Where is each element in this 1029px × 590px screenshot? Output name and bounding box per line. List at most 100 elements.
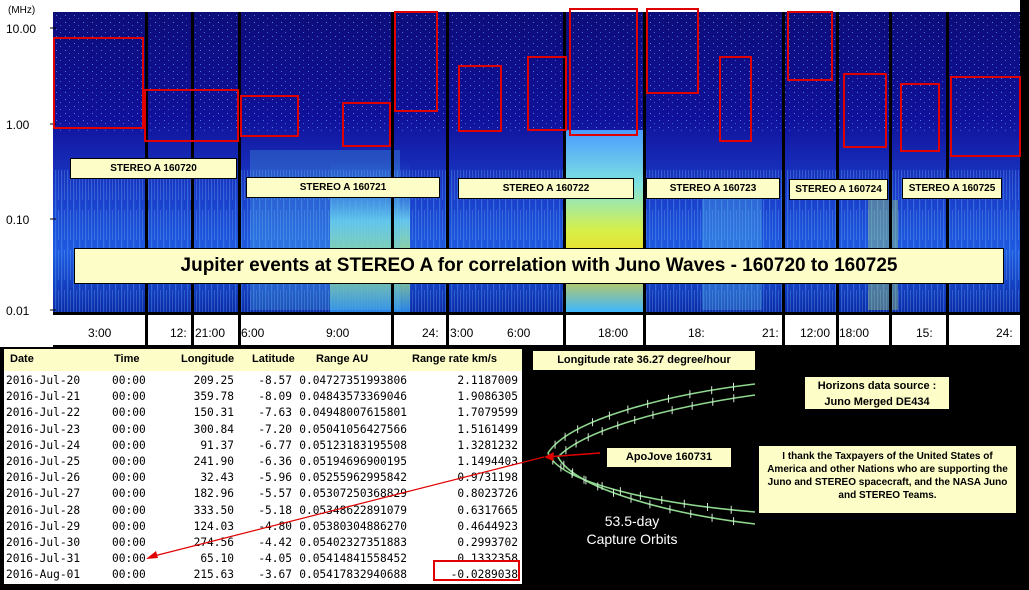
table-cell: 0.05402327351883 [299, 536, 407, 549]
table-cell: 359.78 [193, 390, 234, 404]
x-tick-label: 12:00 [800, 326, 830, 340]
table-row: 2016-Jul-22 00:00 150.31 -7.63 0.04948007615… [6, 405, 521, 421]
table-cell: 2016-Jul-30 [6, 536, 81, 549]
table-row: 2016-Jul-25 00:00 241.90 -6.36 0.05194696900… [6, 454, 521, 470]
table-row: 2016-Jul-29 00:00 124.03 -4.80 0.05380304886… [6, 519, 521, 535]
table-row: 2016-Jul-28 00:00 333.50 -5.18 0.05348622891… [6, 503, 521, 519]
table-row: 2016-Jul-23 00:00 300.84 -7.20 0.05041056427… [6, 422, 521, 438]
table-cell: 0.4644923 [457, 519, 518, 533]
table-cell: -8.09 [258, 390, 292, 404]
table-cell: 2.1187009 [457, 374, 518, 387]
table-cell: 00:00 [112, 519, 146, 533]
horizons-line2: Juno Merged DE434 [824, 396, 930, 408]
x-tick-label: 21: [762, 326, 779, 340]
table-cell: 0.8023726 [457, 487, 518, 501]
table-cell: 1.9086305 [457, 390, 518, 404]
table-cell: 1.3281232 [457, 438, 518, 452]
table-cell: 00:00 [112, 536, 146, 549]
table-cell: 300.84 [193, 422, 234, 436]
orbit-panel: 53.5-day Capture Orbits Longitude rate 3… [530, 349, 758, 563]
table-cell: 1.5161499 [457, 422, 518, 436]
table-cell: 00:00 [112, 503, 146, 517]
table-cell: 150.31 [193, 406, 234, 420]
orbit-caption-2: Capture Orbits [586, 531, 677, 547]
table-cell: -4.80 [258, 519, 292, 533]
table-cell: 0.04727351993806 [299, 374, 407, 387]
day-label-160722: STEREO A 160722 [458, 178, 634, 199]
table-cell: 2016-Aug-01 [6, 568, 81, 582]
y-tick-label: 0.10 [6, 213, 30, 227]
table-cell: 00:00 [112, 438, 146, 452]
ephemeris-table: Date Time Longitude Latitude Range AU Ra… [4, 349, 522, 584]
table-cell: 00:00 [112, 552, 146, 566]
table-cell: 00:00 [112, 390, 146, 404]
table-cell: 65.10 [200, 552, 234, 566]
table-cell: 241.90 [193, 455, 234, 468]
table-cell: 00:00 [112, 374, 146, 387]
table-header: Date Time Longitude Latitude Range AU Ra… [4, 349, 522, 371]
table-cell: 2016-Jul-20 [6, 374, 81, 387]
col-time: Time [114, 353, 140, 365]
x-tick-label: 21:00 [195, 326, 225, 340]
table-cell: 2016-Jul-26 [6, 471, 81, 485]
table-cell: 0.05123183195508 [299, 438, 407, 452]
table-cell: 0.04843573369046 [299, 390, 407, 404]
table-row: 2016-Jul-30 00:00 274.56 -4.42 0.05402327351… [6, 535, 521, 551]
table-cell: 0.05255962995842 [299, 471, 407, 485]
thanks-note: I thank the Taxpayers of the United Stat… [758, 445, 1017, 514]
x-tick-label: 18: [688, 326, 705, 340]
table-cell: -7.63 [258, 406, 292, 420]
table-cell: -4.42 [258, 536, 292, 549]
table-cell: 2016-Jul-29 [6, 519, 81, 533]
horizons-source: Horizons data source : Juno Merged DE434 [804, 376, 950, 410]
x-tick-label: 15: [916, 326, 933, 340]
table-cell: 0.2993702 [457, 536, 518, 549]
table-row: 2016-Jul-27 00:00 182.96 -5.57 0.05307250368… [6, 486, 521, 502]
horizons-line1: Horizons data source : [817, 380, 937, 392]
y-tick-label: 0.01 [6, 304, 30, 318]
table-cell: -6.77 [258, 438, 292, 452]
table-cell: -4.05 [258, 552, 292, 566]
table-cell: 00:00 [112, 487, 146, 501]
table-cell: 00:00 [112, 568, 146, 582]
table-cell: 0.9731198 [457, 471, 518, 485]
table-cell: 215.63 [193, 568, 234, 582]
table-cell: 2016-Jul-24 [6, 438, 81, 452]
table-cell: 0.05414841558452 [299, 552, 407, 566]
col-latitude: Latitude [252, 353, 295, 365]
table-cell: 2016-Jul-27 [6, 487, 81, 501]
table-cell: 0.04948007615801 [299, 406, 407, 420]
table-cell: 182.96 [193, 487, 234, 501]
table-cell: 124.03 [193, 519, 234, 533]
table-row: 2016-Jul-21 00:00 359.78 -8.09 0.04843573369… [6, 389, 521, 405]
table-cell: -6.36 [258, 455, 292, 468]
x-tick-label: 24: [422, 326, 439, 340]
apojove-label: ApoJove 160731 [606, 447, 732, 468]
day-label-160720: STEREO A 160720 [70, 158, 237, 179]
col-range: Range AU [316, 353, 369, 365]
day-label-160723: STEREO A 160723 [646, 178, 780, 199]
table-cell: 00:00 [112, 455, 146, 468]
table-cell: -5.96 [258, 471, 292, 485]
table-cell: 2016-Jul-25 [6, 455, 81, 468]
y-axis-panel [0, 0, 53, 347]
table-cell: 91.37 [200, 438, 234, 452]
table-cell: 1.1494403 [457, 455, 518, 468]
table-cell: 00:00 [112, 406, 146, 420]
table-cell: -7.20 [258, 422, 292, 436]
table-cell: 0.6317665 [457, 503, 518, 517]
table-cell: -5.57 [258, 487, 292, 501]
col-longitude: Longitude [181, 353, 235, 365]
table-cell: 0.05041056427566 [299, 422, 407, 436]
table-row: 2016-Jul-26 00:00 32.43 -5.96 0.052559629958… [6, 470, 521, 486]
table-cell: -8.57 [258, 374, 292, 387]
x-tick-label: 18:00 [598, 326, 628, 340]
table-cell: 209.25 [193, 374, 234, 387]
x-tick-label: 24: [996, 326, 1013, 340]
table-cell: 274.56 [193, 536, 234, 549]
y-tick-label: 10.00 [6, 22, 36, 36]
x-tick-label: 6:00 [241, 326, 265, 340]
table-cell: 32.43 [200, 471, 234, 485]
col-range-rate: Range rate km/s [412, 353, 497, 365]
table-cell: 0.05307250368829 [299, 487, 407, 501]
